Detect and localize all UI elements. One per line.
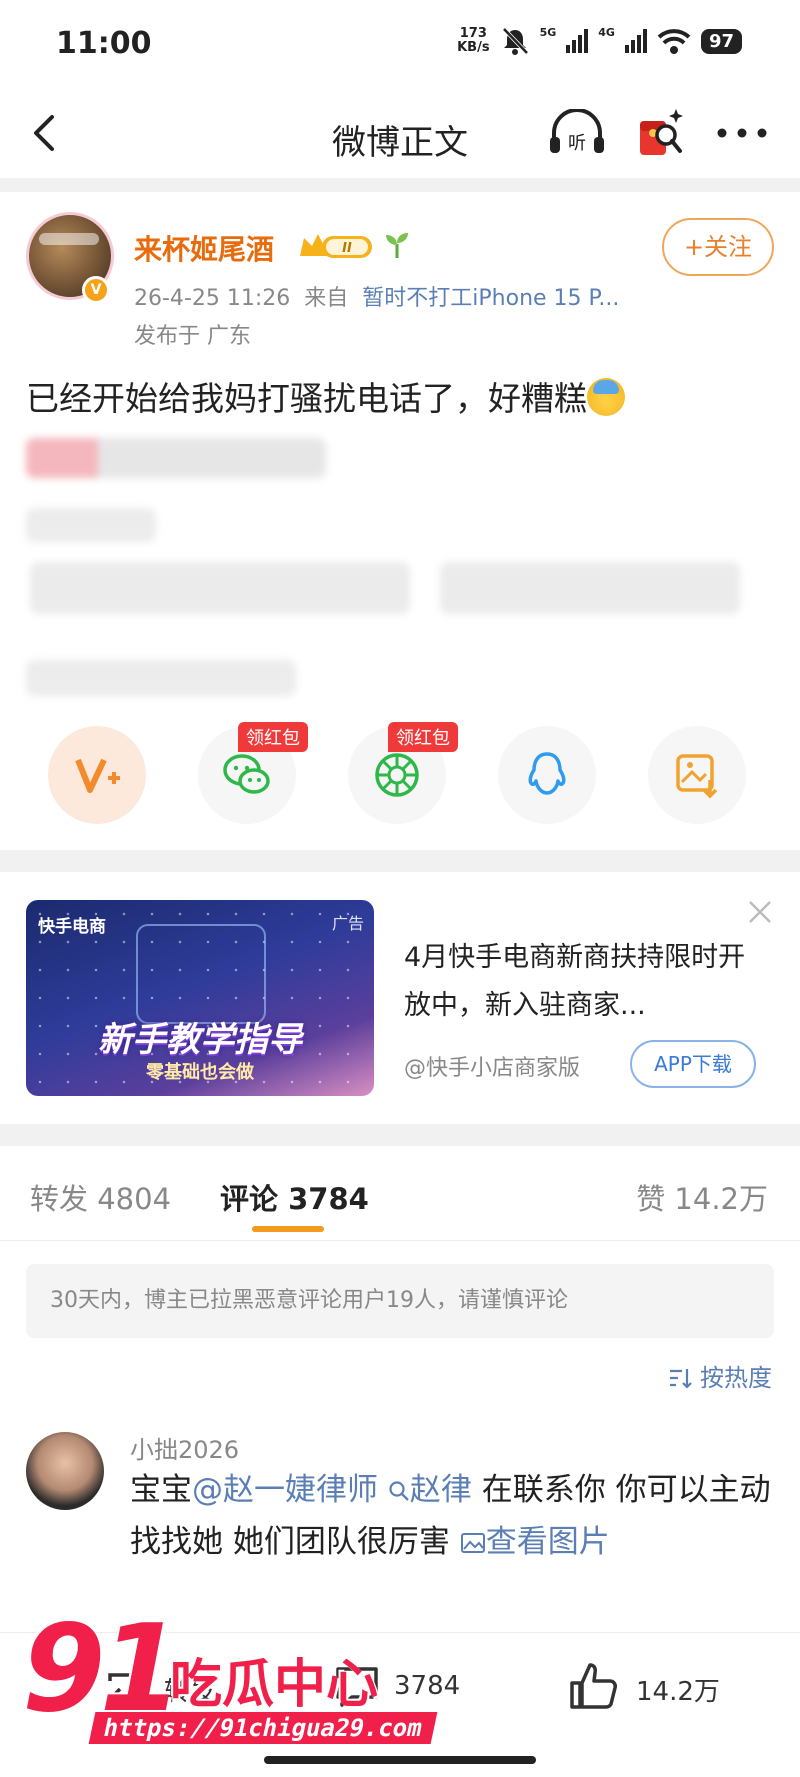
post-from-label: 来自 (304, 286, 349, 311)
image-icon (460, 1533, 485, 1553)
comment-text: 宝宝@赵一婕律师 赵律 在联系你 你可以主动找找她 她们团队很厉害 查看图片 (130, 1464, 780, 1568)
comment-notice: 30天内，博主已拉黑恶意评论用户19人，请谨慎评论 (26, 1264, 774, 1338)
home-indicator[interactable] (264, 1756, 536, 1764)
follow-button[interactable]: +关注 (662, 218, 774, 276)
divider (0, 178, 800, 192)
divider (0, 1240, 800, 1241)
net-4g-label: 4G (598, 26, 615, 39)
like-count[interactable]: 14.2万 (636, 1671, 720, 1708)
tab-comments[interactable]: 评论 3784 (220, 1176, 369, 1218)
mute-bell-icon (502, 27, 529, 55)
more-options-icon[interactable] (716, 123, 768, 143)
status-icons: 173 KB/s 5G 4G 97 (457, 26, 742, 56)
vip-crown-icon: II (300, 234, 372, 258)
comment-text-part: 宝宝 (130, 1472, 192, 1508)
battery-level: 97 (700, 28, 742, 54)
share-qq-button[interactable] (498, 726, 596, 824)
ad-title[interactable]: 4月快手电商新商扶持限时开放中，新入驻商家... (404, 934, 760, 1030)
search-link-label: 赵律 (409, 1472, 472, 1508)
app-download-button[interactable]: APP下载 (630, 1040, 756, 1088)
sprout-icon (386, 233, 408, 258)
close-icon[interactable] (746, 898, 774, 926)
commenter-avatar[interactable] (26, 1432, 104, 1510)
tab-repost[interactable]: 转发 4804 (30, 1176, 171, 1218)
divider (0, 850, 800, 872)
post-text: 已经开始给我妈打骚扰电话了，好糟糕 (26, 379, 587, 418)
blurred-content (26, 438, 326, 478)
listen-label: 听 (568, 133, 586, 154)
blurred-content (440, 562, 740, 614)
search-icon (389, 1481, 409, 1501)
ad-image[interactable]: 快手电商 广告 新手教学指导 零基础也会做 (26, 900, 374, 1096)
verified-badge-icon: V (82, 276, 110, 304)
red-packet-tag: 领红包 (388, 722, 458, 752)
net-speed-value: 173 (459, 26, 487, 41)
signal-4g-icon (624, 29, 647, 53)
net-speed: 173 KB/s (457, 27, 489, 55)
divider (0, 1124, 800, 1146)
author-name[interactable]: 来杯姬尾酒 (134, 228, 274, 268)
blurred-content (30, 562, 410, 614)
share-vplus-button[interactable] (48, 726, 146, 824)
post-meta: 26-4-25 11:26 来自 暂时不打工iPhone 15 P... (134, 280, 619, 312)
post-source[interactable]: 暂时不打工iPhone 15 P... (362, 286, 619, 311)
status-time: 11:00 (56, 26, 152, 61)
like-thumb-icon[interactable] (566, 1659, 620, 1713)
view-image-label: 查看图片 (485, 1524, 610, 1560)
sort-by-hot-button[interactable]: 按热度 (668, 1358, 772, 1393)
ad-source: @快手小店商家版 (404, 1056, 581, 1081)
ad-headline: 新手教学指导 (98, 1020, 302, 1060)
post-timestamp: 26-4-25 11:26 (134, 286, 291, 311)
status-bar: 11:00 173 KB/s 5G 4G 97 (0, 0, 800, 90)
watermark-logo-text: 吃瓜中心 (170, 1655, 379, 1715)
sort-label: 按热度 (700, 1364, 772, 1392)
save-image-icon (676, 754, 718, 799)
red-packet-tag: 领红包 (238, 722, 308, 752)
watermark-url: https://91chigua29.com (88, 1712, 438, 1744)
search-link[interactable]: 赵律 (388, 1472, 472, 1508)
wechat-icon (223, 754, 270, 794)
view-image-link[interactable]: 查看图片 (460, 1524, 610, 1560)
headphone-listen-icon[interactable]: 听 (548, 109, 606, 157)
vplus-icon (75, 758, 120, 793)
moments-icon (375, 753, 419, 797)
post-content: 已经开始给我妈打骚扰电话了，好糟糕 (26, 372, 625, 420)
ad-subline: 零基础也会做 (146, 1062, 254, 1083)
qq-icon (528, 752, 566, 795)
nav-bar: 微博正文 听 (0, 95, 800, 175)
ad-label: 广告 (331, 914, 364, 933)
post-location: 发布于 广东 (134, 324, 251, 349)
net-5g-label: 5G (539, 26, 557, 39)
blurred-content (26, 660, 296, 696)
net-speed-unit: KB/s (457, 40, 490, 55)
comment-count[interactable]: 3784 (394, 1671, 460, 1701)
tab-likes[interactable]: 赞 14.2万 (636, 1176, 768, 1218)
sort-icon (670, 1369, 693, 1389)
anxious-face-emoji-icon (587, 378, 625, 416)
share-save-image-button[interactable] (648, 726, 746, 824)
mention-link[interactable]: @赵一婕律师 (192, 1472, 378, 1508)
signal-5g-icon (566, 29, 589, 53)
wifi-icon (657, 29, 691, 54)
member-level: II (342, 241, 352, 256)
active-tab-indicator (252, 1226, 324, 1232)
blurred-content (26, 508, 156, 542)
commenter-name[interactable]: 小拙2026 (130, 1430, 239, 1465)
ad-brand: 快手电商 (38, 917, 106, 937)
red-packet-search-icon[interactable] (636, 107, 686, 159)
